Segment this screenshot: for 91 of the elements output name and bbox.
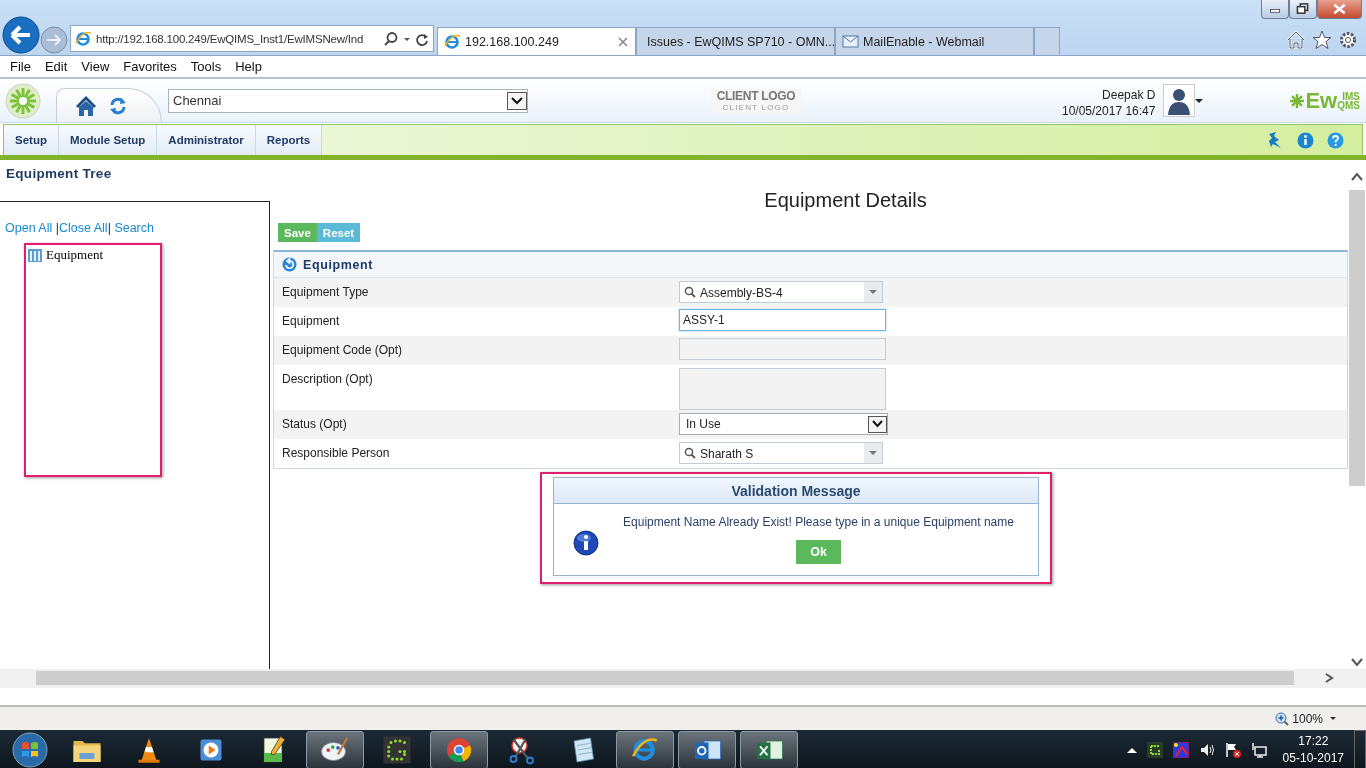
user-name: Deepak D: [1102, 86, 1156, 103]
taskbar-button[interactable]: [740, 731, 798, 768]
close-button[interactable]: [1317, 0, 1362, 19]
tree-link[interactable]: Open All: [5, 221, 53, 235]
logo-text: CLIENT LOGO: [716, 89, 796, 103]
star-burst-icon: [1289, 92, 1306, 109]
link-separator: |: [107, 221, 112, 235]
link-separator: |: [54, 221, 59, 235]
date-time: 10/05/2017 16:47: [1062, 102, 1156, 119]
lookup-field[interactable]: Assembly-BS-4: [679, 281, 883, 303]
field-label: Responsible Person: [282, 445, 391, 460]
nav-tab[interactable]: Reports: [255, 125, 323, 155]
field-label: Equipment Type: [282, 284, 370, 299]
dialog-title: Validation Message: [554, 478, 1038, 504]
input-field[interactable]: [679, 338, 886, 360]
scroll-thumb[interactable]: [36, 671, 1294, 685]
dropdown-icon[interactable]: [868, 415, 887, 433]
field-label: Equipment Code (Opt): [282, 342, 404, 357]
dialog-message: Equipment Name Already Exist! Please type in a unique Equipment name: [623, 515, 1014, 529]
ie-icon: [75, 30, 92, 47]
menu-item[interactable]: Favorites: [116, 59, 184, 74]
horizontal-scrollbar[interactable]: [0, 667, 1366, 688]
menu-item[interactable]: File: [3, 59, 38, 74]
network-icon[interactable]: [1250, 742, 1267, 758]
location-select[interactable]: Chennai: [168, 88, 528, 113]
taskbar-button[interactable]: [678, 731, 736, 768]
browser-tab[interactable]: 192.168.100.249: [437, 27, 636, 55]
dropdown-icon[interactable]: [507, 91, 527, 110]
menu-item[interactable]: Help: [228, 59, 269, 74]
section-title: Equipment: [303, 257, 373, 272]
caret-icon[interactable]: [1195, 97, 1204, 104]
zoom-icon[interactable]: [1275, 711, 1290, 726]
logo-subtext: CLIENT LOGO: [722, 102, 790, 112]
tree-link[interactable]: Close All: [59, 221, 108, 235]
app-tray-icon[interactable]: [1172, 742, 1189, 758]
close-icon[interactable]: [617, 35, 629, 48]
taskbar-button[interactable]: [306, 731, 364, 768]
clock-date[interactable]: 05-10-2017: [1282, 750, 1344, 767]
tree-link[interactable]: Search: [114, 221, 154, 235]
menu-item[interactable]: View: [74, 59, 117, 74]
menu-item[interactable]: Edit: [37, 59, 75, 74]
volume-icon[interactable]: [1198, 742, 1215, 758]
page-title: Equipment Details: [764, 189, 927, 212]
address-field[interactable]: http://192.168.100.249/EwQIMS_Inst1/EwIMSNew/Ind: [70, 25, 434, 52]
app-tray-icon[interactable]: [1146, 742, 1163, 758]
help-icon[interactable]: [1327, 131, 1344, 149]
nav-tab[interactable]: Setup: [4, 125, 59, 155]
restore-button[interactable]: [1289, 0, 1317, 19]
tree-node[interactable]: Equipment: [27, 247, 104, 263]
browser-tab[interactable]: Issues - EwQIMS SP710 - OMN...: [636, 27, 835, 55]
pin-icon[interactable]: [1266, 131, 1284, 149]
avatar-icon[interactable]: [1163, 84, 1196, 117]
info-icon[interactable]: [1297, 131, 1314, 149]
menu-item[interactable]: Tools: [183, 59, 229, 74]
home-icon[interactable]: [1286, 30, 1306, 50]
back-button[interactable]: [2, 16, 40, 54]
field-label: Status (Opt): [282, 416, 348, 431]
search-icon: [684, 286, 696, 298]
envelope-icon: [842, 33, 859, 50]
brand-text: QMS: [1337, 100, 1360, 110]
minimize-button[interactable]: [1261, 0, 1289, 19]
field-label: Equipment: [282, 313, 341, 328]
zoom-level[interactable]: 100%: [1292, 711, 1323, 726]
field-label: Description (Opt): [282, 371, 374, 386]
info-icon: [573, 530, 599, 556]
search-icon[interactable]: [383, 30, 399, 47]
flag-icon[interactable]: [1224, 742, 1241, 758]
forward-button[interactable]: [40, 26, 68, 54]
show-hidden-icon[interactable]: [1126, 746, 1137, 754]
scroll-thumb[interactable]: [1349, 190, 1365, 486]
refresh-icon: [282, 257, 297, 272]
refresh-icon[interactable]: [109, 96, 127, 115]
building-icon: [27, 247, 43, 263]
taskbar-button[interactable]: [430, 731, 488, 768]
brand-text: Ew: [1305, 90, 1338, 111]
settings-icon[interactable]: [1338, 30, 1358, 50]
input-field[interactable]: ASSY-1: [679, 309, 886, 331]
home-icon[interactable]: [75, 94, 97, 117]
search-icon: [684, 447, 696, 459]
taskbar-button[interactable]: [616, 731, 674, 768]
ie-icon: [444, 33, 461, 50]
clock-time[interactable]: 17:22: [1298, 733, 1329, 750]
select-field[interactable]: In Use: [679, 413, 888, 435]
star-icon[interactable]: [1312, 30, 1332, 50]
brand-text: IMS: [1342, 91, 1360, 101]
show-desktop-button[interactable]: [1354, 730, 1366, 768]
lookup-field[interactable]: Sharath S: [679, 442, 883, 464]
nav-tab[interactable]: Administrator: [157, 125, 256, 155]
panel-title: Equipment Tree: [6, 166, 113, 181]
browser-tab[interactable]: MailEnable - Webmail: [835, 27, 1034, 55]
nav-tab[interactable]: Module Setup: [58, 125, 158, 155]
